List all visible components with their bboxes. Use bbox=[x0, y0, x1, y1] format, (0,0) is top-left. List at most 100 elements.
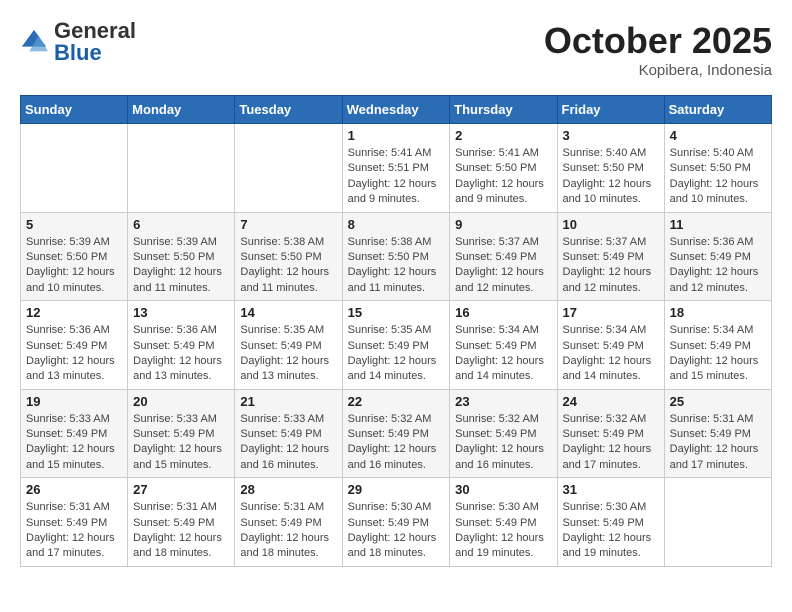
day-number: 14 bbox=[240, 305, 336, 320]
calendar-day-cell: 25 Sunrise: 5:31 AM Sunset: 5:49 PM Dayli… bbox=[664, 389, 771, 478]
day-number: 10 bbox=[563, 217, 659, 232]
day-info: Sunrise: 5:31 AM Sunset: 5:49 PM Dayligh… bbox=[133, 500, 229, 562]
weekday-header: Saturday bbox=[664, 96, 771, 124]
day-number: 8 bbox=[348, 217, 445, 232]
day-info: Sunrise: 5:39 AM Sunset: 5:50 PM Dayligh… bbox=[133, 235, 229, 297]
day-number: 9 bbox=[455, 217, 551, 232]
day-number: 20 bbox=[133, 394, 229, 409]
day-info: Sunrise: 5:31 AM Sunset: 5:49 PM Dayligh… bbox=[240, 500, 336, 562]
day-info: Sunrise: 5:30 AM Sunset: 5:49 PM Dayligh… bbox=[455, 500, 551, 562]
calendar-header-row: SundayMondayTuesdayWednesdayThursdayFrid… bbox=[21, 96, 772, 124]
day-number: 7 bbox=[240, 217, 336, 232]
calendar-day-cell: 7 Sunrise: 5:38 AM Sunset: 5:50 PM Daylig… bbox=[235, 212, 342, 301]
calendar-day-cell: 26 Sunrise: 5:31 AM Sunset: 5:49 PM Dayli… bbox=[21, 478, 128, 567]
day-number: 15 bbox=[348, 305, 445, 320]
day-info: Sunrise: 5:31 AM Sunset: 5:49 PM Dayligh… bbox=[26, 500, 122, 562]
day-number: 6 bbox=[133, 217, 229, 232]
calendar-day-cell bbox=[235, 124, 342, 213]
day-number: 2 bbox=[455, 128, 551, 143]
day-number: 27 bbox=[133, 482, 229, 497]
calendar-day-cell: 13Sunrise: 5:36 AM Sunset: 5:49 PM Dayli… bbox=[128, 301, 235, 390]
day-number: 5 bbox=[26, 217, 122, 232]
day-info: Sunrise: 5:40 AM Sunset: 5:50 PM Dayligh… bbox=[563, 146, 659, 208]
day-info: Sunrise: 5:31 AM Sunset: 5:49 PM Dayligh… bbox=[670, 412, 766, 474]
day-info: Sunrise: 5:35 AM Sunset: 5:49 PM Dayligh… bbox=[240, 323, 336, 385]
day-number: 25 bbox=[670, 394, 766, 409]
calendar-day-cell: 11 Sunrise: 5:36 AM Sunset: 5:49 PM Dayli… bbox=[664, 212, 771, 301]
calendar-day-cell: 10 Sunrise: 5:37 AM Sunset: 5:49 PM Dayli… bbox=[557, 212, 664, 301]
calendar-day-cell bbox=[128, 124, 235, 213]
calendar-day-cell: 31Sunrise: 5:30 AM Sunset: 5:49 PM Dayli… bbox=[557, 478, 664, 567]
calendar-week-row: 12Sunrise: 5:36 AM Sunset: 5:49 PM Dayli… bbox=[21, 301, 772, 390]
calendar-week-row: 1 Sunrise: 5:41 AM Sunset: 5:51 PM Daylig… bbox=[21, 124, 772, 213]
page-header: General Blue October 2025 Kopibera, Indo… bbox=[20, 20, 772, 79]
logo-blue-text: Blue bbox=[54, 40, 102, 65]
day-info: Sunrise: 5:33 AM Sunset: 5:49 PM Dayligh… bbox=[240, 412, 336, 474]
day-number: 11 bbox=[670, 217, 766, 232]
calendar-week-row: 5 Sunrise: 5:39 AM Sunset: 5:50 PM Daylig… bbox=[21, 212, 772, 301]
weekday-header: Tuesday bbox=[235, 96, 342, 124]
day-number: 21 bbox=[240, 394, 336, 409]
day-info: Sunrise: 5:37 AM Sunset: 5:49 PM Dayligh… bbox=[455, 235, 551, 297]
day-info: Sunrise: 5:38 AM Sunset: 5:50 PM Dayligh… bbox=[240, 235, 336, 297]
calendar-day-cell: 23 Sunrise: 5:32 AM Sunset: 5:49 PM Dayli… bbox=[450, 389, 557, 478]
day-info: Sunrise: 5:39 AM Sunset: 5:50 PM Dayligh… bbox=[26, 235, 122, 297]
calendar-day-cell: 2Sunrise: 5:41 AM Sunset: 5:50 PM Daylig… bbox=[450, 124, 557, 213]
day-number: 17 bbox=[563, 305, 659, 320]
calendar-day-cell: 12Sunrise: 5:36 AM Sunset: 5:49 PM Dayli… bbox=[21, 301, 128, 390]
calendar-day-cell: 20 Sunrise: 5:33 AM Sunset: 5:49 PM Dayli… bbox=[128, 389, 235, 478]
day-number: 29 bbox=[348, 482, 445, 497]
month-title: October 2025 bbox=[544, 20, 772, 62]
day-number: 19 bbox=[26, 394, 122, 409]
day-info: Sunrise: 5:34 AM Sunset: 5:49 PM Dayligh… bbox=[563, 323, 659, 385]
weekday-header: Monday bbox=[128, 96, 235, 124]
calendar-week-row: 19 Sunrise: 5:33 AM Sunset: 5:49 PM Dayli… bbox=[21, 389, 772, 478]
weekday-header: Thursday bbox=[450, 96, 557, 124]
calendar-day-cell: 24Sunrise: 5:32 AM Sunset: 5:49 PM Dayli… bbox=[557, 389, 664, 478]
day-info: Sunrise: 5:33 AM Sunset: 5:49 PM Dayligh… bbox=[133, 412, 229, 474]
calendar-day-cell: 8 Sunrise: 5:38 AM Sunset: 5:50 PM Daylig… bbox=[342, 212, 450, 301]
weekday-header: Friday bbox=[557, 96, 664, 124]
day-info: Sunrise: 5:40 AM Sunset: 5:50 PM Dayligh… bbox=[670, 146, 766, 208]
calendar-day-cell bbox=[21, 124, 128, 213]
day-number: 18 bbox=[670, 305, 766, 320]
calendar-day-cell: 16 Sunrise: 5:34 AM Sunset: 5:49 PM Dayli… bbox=[450, 301, 557, 390]
calendar-day-cell: 22 Sunrise: 5:32 AM Sunset: 5:49 PM Dayli… bbox=[342, 389, 450, 478]
calendar-day-cell: 14 Sunrise: 5:35 AM Sunset: 5:49 PM Dayli… bbox=[235, 301, 342, 390]
day-number: 23 bbox=[455, 394, 551, 409]
calendar-day-cell: 29Sunrise: 5:30 AM Sunset: 5:49 PM Dayli… bbox=[342, 478, 450, 567]
calendar-day-cell: 19 Sunrise: 5:33 AM Sunset: 5:49 PM Dayli… bbox=[21, 389, 128, 478]
day-number: 22 bbox=[348, 394, 445, 409]
calendar-table: SundayMondayTuesdayWednesdayThursdayFrid… bbox=[20, 95, 772, 567]
day-info: Sunrise: 5:33 AM Sunset: 5:49 PM Dayligh… bbox=[26, 412, 122, 474]
calendar-day-cell: 17 Sunrise: 5:34 AM Sunset: 5:49 PM Dayli… bbox=[557, 301, 664, 390]
calendar-day-cell: 21 Sunrise: 5:33 AM Sunset: 5:49 PM Dayli… bbox=[235, 389, 342, 478]
day-number: 26 bbox=[26, 482, 122, 497]
day-info: Sunrise: 5:34 AM Sunset: 5:49 PM Dayligh… bbox=[670, 323, 766, 385]
day-info: Sunrise: 5:34 AM Sunset: 5:49 PM Dayligh… bbox=[455, 323, 551, 385]
day-number: 16 bbox=[455, 305, 551, 320]
day-info: Sunrise: 5:41 AM Sunset: 5:51 PM Dayligh… bbox=[348, 146, 445, 208]
calendar-day-cell: 3Sunrise: 5:40 AM Sunset: 5:50 PM Daylig… bbox=[557, 124, 664, 213]
calendar-day-cell bbox=[664, 478, 771, 567]
logo-icon bbox=[20, 28, 48, 56]
calendar-week-row: 26 Sunrise: 5:31 AM Sunset: 5:49 PM Dayli… bbox=[21, 478, 772, 567]
day-number: 1 bbox=[348, 128, 445, 143]
day-number: 13 bbox=[133, 305, 229, 320]
day-info: Sunrise: 5:38 AM Sunset: 5:50 PM Dayligh… bbox=[348, 235, 445, 297]
calendar-day-cell: 28 Sunrise: 5:31 AM Sunset: 5:49 PM Dayli… bbox=[235, 478, 342, 567]
day-number: 28 bbox=[240, 482, 336, 497]
day-number: 30 bbox=[455, 482, 551, 497]
title-block: October 2025 Kopibera, Indonesia bbox=[544, 20, 772, 79]
day-info: Sunrise: 5:32 AM Sunset: 5:49 PM Dayligh… bbox=[455, 412, 551, 474]
calendar-day-cell: 27 Sunrise: 5:31 AM Sunset: 5:49 PM Dayli… bbox=[128, 478, 235, 567]
day-number: 24 bbox=[563, 394, 659, 409]
weekday-header: Wednesday bbox=[342, 96, 450, 124]
day-info: Sunrise: 5:36 AM Sunset: 5:49 PM Dayligh… bbox=[670, 235, 766, 297]
day-info: Sunrise: 5:35 AM Sunset: 5:49 PM Dayligh… bbox=[348, 323, 445, 385]
calendar-day-cell: 6 Sunrise: 5:39 AM Sunset: 5:50 PM Daylig… bbox=[128, 212, 235, 301]
day-info: Sunrise: 5:32 AM Sunset: 5:49 PM Dayligh… bbox=[348, 412, 445, 474]
day-info: Sunrise: 5:37 AM Sunset: 5:49 PM Dayligh… bbox=[563, 235, 659, 297]
day-number: 12 bbox=[26, 305, 122, 320]
calendar-day-cell: 5 Sunrise: 5:39 AM Sunset: 5:50 PM Daylig… bbox=[21, 212, 128, 301]
